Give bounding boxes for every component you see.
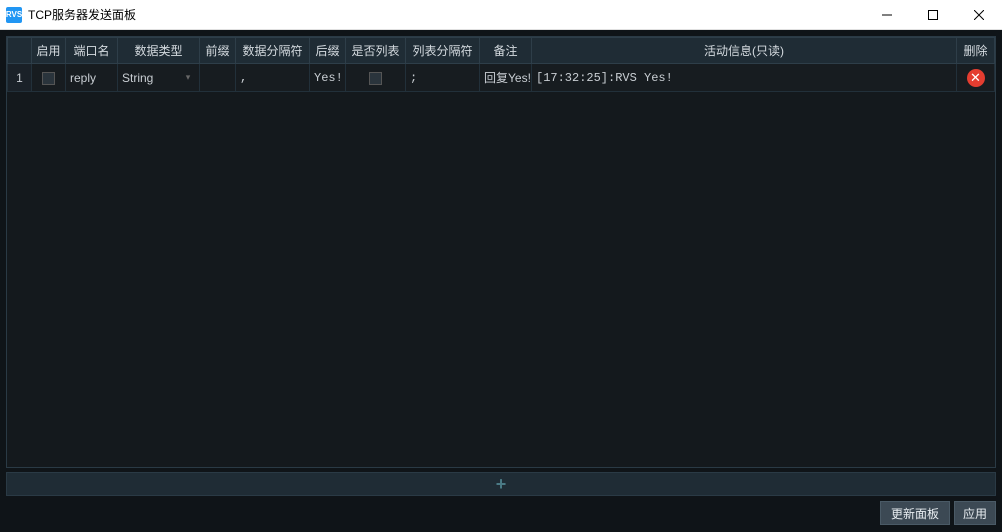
port-name-cell[interactable]: reply <box>66 64 118 92</box>
window-controls <box>864 0 1002 29</box>
minimize-button[interactable] <box>864 0 910 29</box>
titlebar: RVS TCP服务器发送面板 <box>0 0 1002 30</box>
activity-info-cell: [17:32:25]:RVS Yes! <box>532 64 957 92</box>
list-separator-cell[interactable]: ; <box>406 64 480 92</box>
table-row: 1 reply String ▾ , Yes! <box>8 64 995 92</box>
col-header-list-separator[interactable]: 列表分隔符 <box>406 38 480 64</box>
remark-cell[interactable]: 回复Yes! <box>480 64 532 92</box>
delete-icon: ✕ <box>970 71 981 84</box>
table-empty-area <box>7 92 995 467</box>
col-header-activity-info[interactable]: 活动信息(只读) <box>532 38 957 64</box>
plus-icon: + <box>496 474 507 495</box>
col-header-remark[interactable]: 备注 <box>480 38 532 64</box>
app-icon: RVS <box>6 7 22 23</box>
maximize-button[interactable] <box>910 0 956 29</box>
col-header-data-separator[interactable]: 数据分隔符 <box>236 38 310 64</box>
apply-button[interactable]: 应用 <box>954 501 996 525</box>
close-button[interactable] <box>956 0 1002 29</box>
window-title: TCP服务器发送面板 <box>28 6 864 23</box>
enable-checkbox[interactable] <box>42 72 55 85</box>
col-header-port-name[interactable]: 端口名 <box>66 38 118 64</box>
is-list-cell[interactable] <box>346 64 406 92</box>
col-header-index <box>8 38 32 64</box>
col-header-suffix[interactable]: 后缀 <box>310 38 346 64</box>
is-list-checkbox[interactable] <box>369 72 382 85</box>
col-header-data-type[interactable]: 数据类型 <box>118 38 200 64</box>
col-header-delete[interactable]: 删除 <box>957 38 995 64</box>
table-header-row: 启用 端口名 数据类型 前缀 数据分隔符 后缀 是否列表 列表分隔符 备注 活动… <box>8 38 995 64</box>
data-type-cell[interactable]: String ▾ <box>118 64 200 92</box>
add-row-button[interactable]: + <box>6 472 996 496</box>
col-header-prefix[interactable]: 前缀 <box>200 38 236 64</box>
data-table-container: 启用 端口名 数据类型 前缀 数据分隔符 后缀 是否列表 列表分隔符 备注 活动… <box>6 36 996 468</box>
delete-cell[interactable]: ✕ <box>957 64 995 92</box>
data-separator-cell[interactable]: , <box>236 64 310 92</box>
data-type-value: String <box>122 71 153 85</box>
bottom-toolbar: 更新面板 应用 <box>6 500 996 526</box>
row-index-cell: 1 <box>8 64 32 92</box>
main-panel: 启用 端口名 数据类型 前缀 数据分隔符 后缀 是否列表 列表分隔符 备注 活动… <box>0 30 1002 532</box>
refresh-panel-button[interactable]: 更新面板 <box>880 501 950 525</box>
prefix-cell[interactable] <box>200 64 236 92</box>
suffix-cell[interactable]: Yes! <box>310 64 346 92</box>
delete-row-button[interactable]: ✕ <box>967 69 985 87</box>
dropdown-icon[interactable]: ▾ <box>181 72 195 83</box>
col-header-enable[interactable]: 启用 <box>32 38 66 64</box>
data-table: 启用 端口名 数据类型 前缀 数据分隔符 后缀 是否列表 列表分隔符 备注 活动… <box>7 37 995 92</box>
enable-cell[interactable] <box>32 64 66 92</box>
col-header-is-list[interactable]: 是否列表 <box>346 38 406 64</box>
